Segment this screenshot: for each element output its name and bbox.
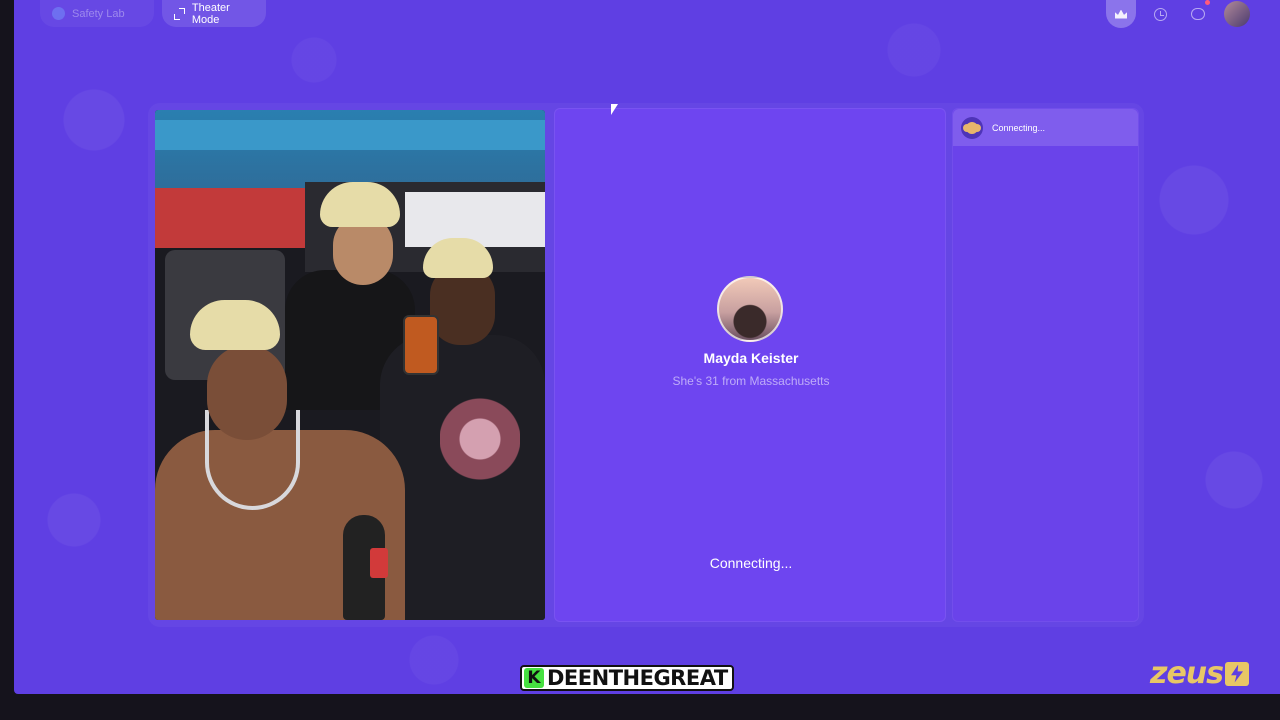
connecting-status: Connecting... — [709, 555, 793, 571]
history-button[interactable] — [1145, 0, 1175, 28]
theater-mode-label: Theater Mode — [191, 1, 230, 26]
app-window: Safety Lab Theater Mode Mayda Keister Sh… — [14, 0, 1280, 694]
video-red-banner — [155, 188, 305, 248]
premium-crown-button[interactable] — [1106, 0, 1136, 28]
match-details: She's 31 from Massachusetts — [672, 374, 830, 388]
screen: Safety Lab Theater Mode Mayda Keister Sh… — [0, 0, 1280, 720]
theater-mode-button[interactable]: Theater Mode — [162, 0, 266, 27]
crown-icon — [1115, 9, 1127, 19]
streamer-name: DEENTHEGREAT — [547, 666, 728, 690]
video-person-front-face — [207, 345, 287, 440]
side-status-row: Connecting... — [953, 109, 1138, 146]
video-ring-canvas — [155, 120, 545, 150]
video-person-back-hair — [320, 182, 400, 227]
video-person-front-hair — [190, 300, 280, 350]
expand-icon — [174, 7, 185, 20]
side-status-text: Connecting... — [992, 122, 1046, 133]
chat-icon — [1191, 8, 1205, 20]
monkey-icon — [961, 116, 983, 139]
remote-call-panel: Mayda Keister She's 31 from Massachusett… — [554, 108, 946, 622]
match-name: Mayda Keister — [703, 350, 799, 366]
video-white-banner — [405, 192, 545, 247]
history-icon — [1153, 7, 1167, 21]
streamer-badge-icon: K — [524, 668, 544, 688]
notification-dot — [1205, 0, 1210, 5]
messages-button[interactable] — [1183, 0, 1213, 28]
zeus-bolt-icon — [1225, 661, 1250, 686]
streamer-name-overlay: K DEENTHEGREAT — [520, 665, 734, 691]
safety-lab-button[interactable]: Safety Lab — [40, 0, 154, 27]
mouse-cursor — [611, 104, 618, 115]
shield-icon — [52, 7, 65, 20]
profile-avatar-button[interactable] — [1222, 0, 1252, 28]
video-mic-logo — [370, 548, 388, 578]
zeus-logo: zeus — [1150, 656, 1250, 691]
safety-lab-label: Safety Lab — [72, 7, 125, 20]
zeus-logo-text: zeus — [1150, 656, 1224, 691]
chat-side-panel: Connecting... — [952, 108, 1139, 622]
video-hoodie-graphic — [440, 395, 520, 505]
video-phone — [403, 315, 439, 375]
avatar — [1224, 1, 1250, 27]
match-avatar — [717, 276, 783, 342]
local-webcam-video — [155, 110, 545, 620]
